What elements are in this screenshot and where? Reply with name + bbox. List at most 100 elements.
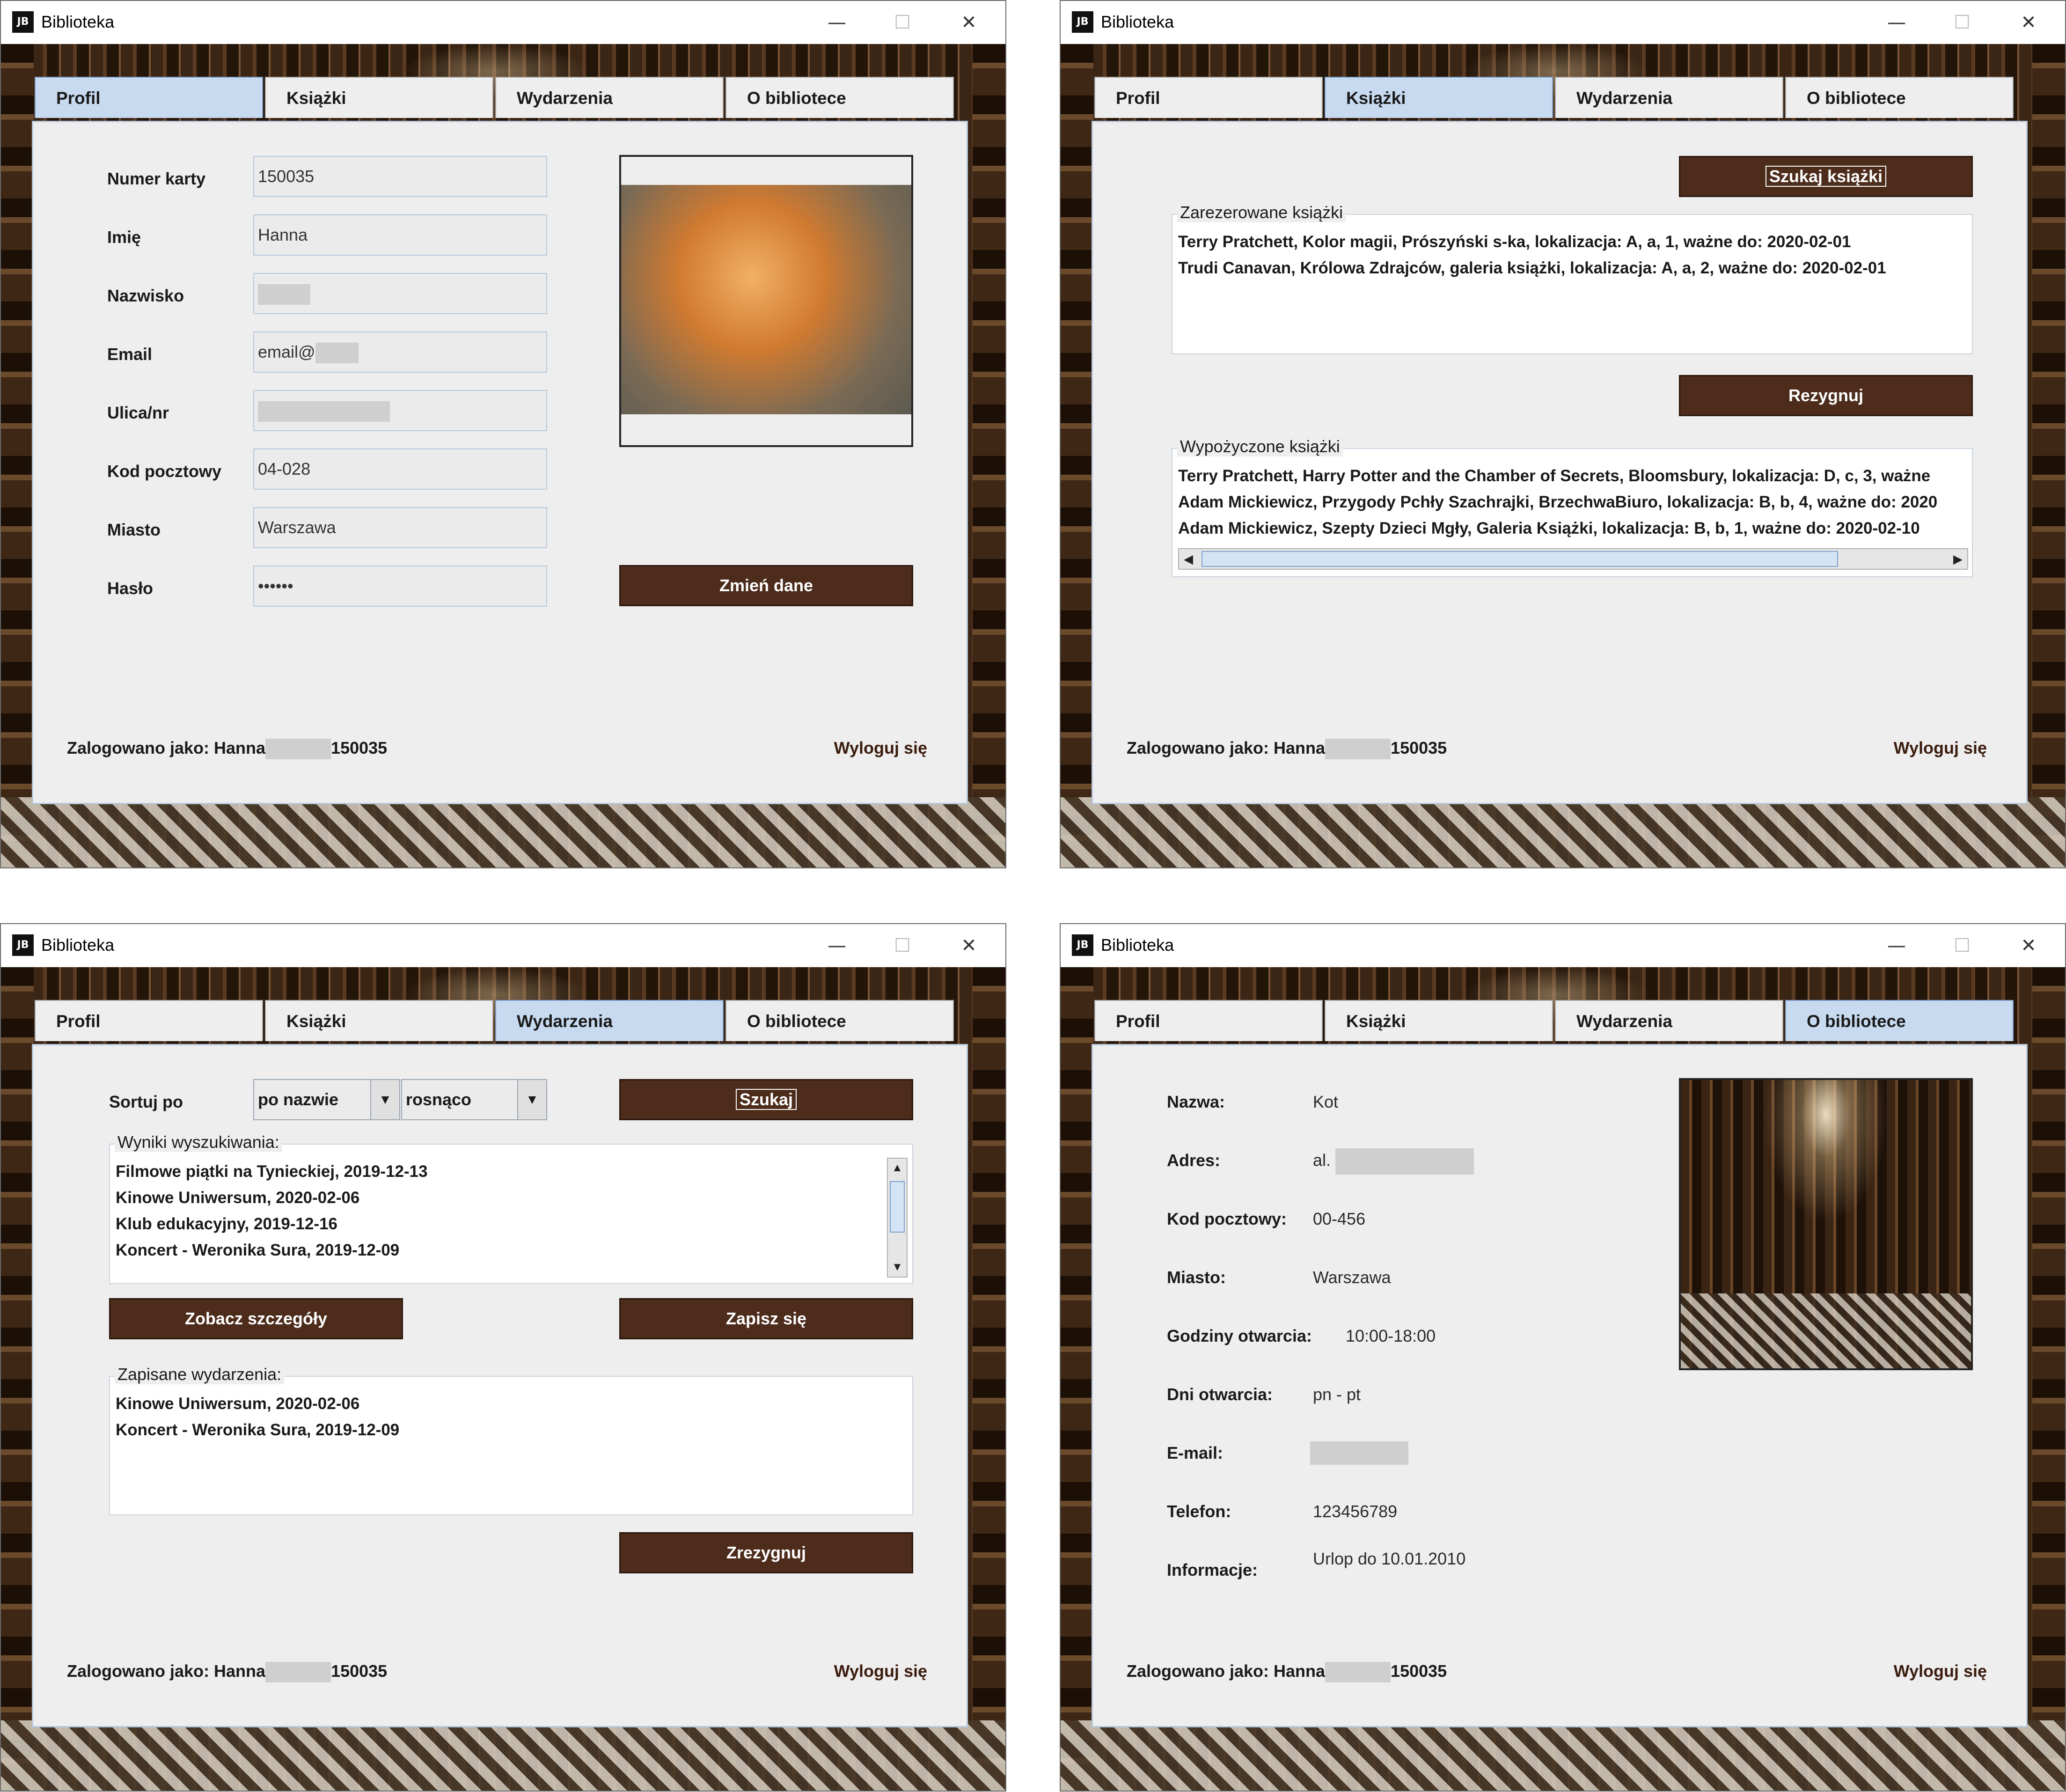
minimize-icon[interactable]: — — [804, 1, 870, 44]
close-icon[interactable]: ✕ — [936, 924, 1002, 967]
tab-ksiazki[interactable]: Książki — [1325, 77, 1553, 118]
maximize-icon[interactable]: ☐ — [870, 924, 935, 967]
label-postal-code: Kod pocztowy — [107, 462, 221, 481]
sort-by-select[interactable]: po nazwie ▼ — [253, 1079, 400, 1120]
profile-photo — [619, 155, 913, 447]
scroll-down-icon[interactable]: ▼ — [888, 1258, 907, 1277]
maximize-icon[interactable]: ☐ — [870, 1, 935, 44]
street-field[interactable] — [253, 390, 547, 431]
scroll-left-icon[interactable]: ◀ — [1179, 549, 1198, 569]
event-details-button[interactable]: Zobacz szczegóły — [109, 1298, 403, 1339]
tab-bar: Profil Książki Wydarzenia O bibliotece — [1094, 1000, 2021, 1043]
vertical-scrollbar[interactable]: ▲ ▼ — [887, 1158, 908, 1278]
label-first-name: Imię — [107, 228, 141, 247]
tab-wydarzenia[interactable]: Wydarzenia — [495, 77, 724, 118]
list-item[interactable]: Adam Mickiewicz, Szepty Dzieci Mgły, Gal… — [1178, 515, 1966, 542]
title-bar: JB Biblioteka — ☐ ✕ — [1061, 924, 2065, 968]
list-item[interactable]: Koncert - Weronika Sura, 2019-12-09 — [116, 1237, 882, 1263]
minimize-icon[interactable]: — — [1864, 924, 1929, 967]
reserved-books-list: Terry Pratchett, Kolor magii, Prószyński… — [1178, 229, 1966, 281]
label-phone: Telefon: — [1167, 1502, 1231, 1521]
search-books-button[interactable]: Szukaj książki — [1679, 156, 1973, 197]
list-item[interactable]: Trudi Canavan, Królowa Zdrajców, galeria… — [1178, 255, 1966, 281]
address-value: al. — [1313, 1148, 1474, 1175]
label-city: Miasto: — [1167, 1268, 1226, 1287]
search-events-button[interactable]: Szukaj — [619, 1079, 913, 1120]
floor-pattern — [1681, 1293, 1971, 1368]
saved-events-title: Zapisane wydarzenia: — [115, 1365, 285, 1384]
tab-o-bibliotece[interactable]: O bibliotece — [1785, 77, 2014, 118]
scroll-right-icon[interactable]: ▶ — [1949, 549, 1967, 569]
sort-order-select[interactable]: rosnąco ▼ — [401, 1079, 547, 1120]
sort-order-value: rosnąco — [406, 1090, 472, 1109]
tab-o-bibliotece[interactable]: O bibliotece — [1785, 1000, 2014, 1041]
close-icon[interactable]: ✕ — [1996, 1, 2061, 44]
event-signup-button[interactable]: Zapisz się — [619, 1298, 913, 1339]
maximize-icon[interactable]: ☐ — [1929, 1, 1995, 44]
tab-profil[interactable]: Profil — [35, 77, 263, 118]
search-results-group: Wyniki wyszukiwania: Filmowe piątki na T… — [109, 1132, 913, 1284]
logged-in-label: Zalogowano jako: Hanna — [1127, 1661, 1326, 1681]
chevron-down-icon[interactable]: ▼ — [370, 1080, 399, 1119]
list-item[interactable]: Adam Mickiewicz, Przygody Pchły Szachraj… — [1178, 489, 1966, 515]
title-bar: JB Biblioteka — ☐ ✕ — [1061, 1, 2065, 44]
tab-o-bibliotece[interactable]: O bibliotece — [725, 77, 954, 118]
last-name-field[interactable] — [253, 273, 547, 314]
city-field[interactable]: Warszawa — [253, 507, 547, 548]
list-item[interactable]: Kinowe Uniwersum, 2020-02-06 — [116, 1391, 907, 1417]
list-item[interactable]: Kinowe Uniwersum, 2020-02-06 — [116, 1185, 882, 1211]
scrollbar-thumb[interactable] — [890, 1181, 905, 1233]
logged-in-card: 150035 — [1391, 738, 1447, 757]
sort-by-value: po nazwie — [258, 1090, 339, 1109]
logout-link[interactable]: Wyloguj się — [1894, 1661, 1987, 1681]
tab-ksiazki[interactable]: Książki — [265, 77, 493, 118]
tab-profil[interactable]: Profil — [35, 1000, 263, 1041]
password-field[interactable]: •••••• — [253, 566, 547, 607]
label-last-name: Nazwisko — [107, 286, 184, 305]
logout-link[interactable]: Wyloguj się — [1894, 738, 1987, 758]
postal-code-field[interactable]: 04-028 — [253, 448, 547, 490]
list-item[interactable]: Filmowe piątki na Tynieckiej, 2019-12-13 — [116, 1159, 882, 1185]
postal-code-value: 00-456 — [1313, 1209, 1366, 1228]
window-wydarzenia: JB Biblioteka — ☐ ✕ Profil Książki Wydar… — [0, 923, 1006, 1792]
scroll-up-icon[interactable]: ▲ — [888, 1159, 907, 1177]
logout-link[interactable]: Wyloguj się — [834, 1661, 927, 1681]
tab-wydarzenia[interactable]: Wydarzenia — [1555, 1000, 1783, 1041]
window-title: Biblioteka — [41, 12, 115, 31]
tab-o-bibliotece[interactable]: O bibliotece — [725, 1000, 954, 1041]
minimize-icon[interactable]: — — [804, 924, 870, 967]
tab-wydarzenia[interactable]: Wydarzenia — [1555, 77, 1783, 118]
first-name-field[interactable]: Hanna — [253, 214, 547, 256]
event-resign-button[interactable]: Zrezygnuj — [619, 1532, 913, 1573]
email-value — [1310, 1441, 1408, 1465]
tab-wydarzenia[interactable]: Wydarzenia — [495, 1000, 724, 1041]
minimize-icon[interactable]: — — [1864, 1, 1929, 44]
close-icon[interactable]: ✕ — [936, 1, 1002, 44]
list-item[interactable]: Koncert - Weronika Sura, 2019-12-09 — [116, 1417, 907, 1443]
label-opening-days: Dni otwarcia: — [1167, 1385, 1273, 1404]
list-item[interactable]: Klub edukacyjny, 2019-12-16 — [116, 1211, 882, 1237]
tab-ksiazki[interactable]: Książki — [1325, 1000, 1553, 1041]
logged-in-label: Zalogowano jako: Hanna — [1127, 738, 1326, 757]
horizontal-scrollbar[interactable]: ◀ ▶ — [1178, 548, 1968, 570]
list-item[interactable]: Terry Pratchett, Kolor magii, Prószyński… — [1178, 229, 1966, 255]
chevron-down-icon[interactable]: ▼ — [517, 1080, 546, 1119]
tab-profil[interactable]: Profil — [1094, 77, 1323, 118]
close-icon[interactable]: ✕ — [1996, 924, 2061, 967]
tab-profil[interactable]: Profil — [1094, 1000, 1323, 1041]
tab-ksiazki[interactable]: Książki — [265, 1000, 493, 1041]
app-icon: JB — [12, 11, 34, 33]
change-data-button[interactable]: Zmień dane — [619, 565, 913, 606]
list-item[interactable]: Terry Pratchett, Harry Potter and the Ch… — [1178, 463, 1966, 489]
events-panel: Sortuj po po nazwie ▼ rosnąco ▼ Szukaj Wyn… — [32, 1044, 968, 1727]
email-field[interactable]: email@ — [253, 331, 547, 373]
address-prefix: al. — [1313, 1150, 1331, 1170]
app-icon: JB — [1072, 934, 1093, 956]
borrowed-books-group: Wypożyczone książki Terry Pratchett, Har… — [1172, 437, 1973, 577]
scrollbar-thumb[interactable] — [1202, 551, 1838, 567]
maximize-icon[interactable]: ☐ — [1929, 924, 1995, 967]
logged-in-label: Zalogowano jako: Hanna — [67, 1661, 266, 1681]
resign-reservation-button[interactable]: Rezygnuj — [1679, 375, 1973, 416]
card-number-field[interactable]: 150035 — [253, 156, 547, 197]
logout-link[interactable]: Wyloguj się — [834, 738, 927, 758]
